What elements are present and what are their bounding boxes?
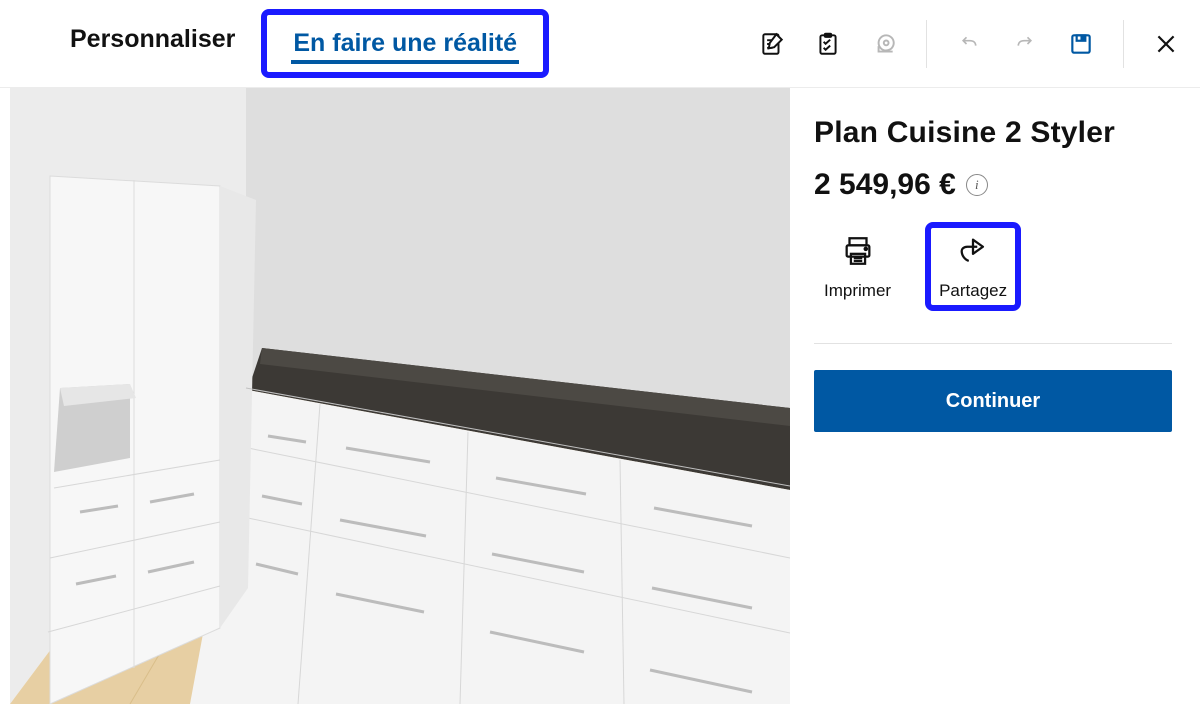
share-label: Partagez xyxy=(939,281,1007,301)
checklist-icon[interactable] xyxy=(814,30,842,58)
save-icon[interactable] xyxy=(1067,30,1095,58)
redo-icon[interactable] xyxy=(1011,30,1039,58)
toolbar xyxy=(758,20,1180,68)
actions: Imprimer Partagez xyxy=(814,222,1172,311)
price: 2 549,96 € xyxy=(814,168,956,202)
tab-realize[interactable]: En faire une réalité xyxy=(261,9,549,78)
price-line: 2 549,96 € i xyxy=(814,168,1172,202)
close-icon[interactable] xyxy=(1152,30,1180,58)
divider xyxy=(926,20,927,68)
tab-personalize[interactable]: Personnaliser xyxy=(44,7,261,80)
print-label: Imprimer xyxy=(824,281,891,301)
content: Plan Cuisine 2 Styler 2 549,96 € i Impr xyxy=(0,88,1200,704)
continue-label: Continuer xyxy=(946,390,1040,413)
tab-label: En faire une réalité xyxy=(293,29,517,57)
tab-label: Personnaliser xyxy=(70,25,235,53)
plan-title: Plan Cuisine 2 Styler xyxy=(814,116,1172,150)
undo-icon[interactable] xyxy=(955,30,983,58)
share-button[interactable]: Partagez xyxy=(925,222,1021,311)
share-icon xyxy=(956,234,990,273)
tape-measure-icon[interactable] xyxy=(870,30,898,58)
topbar: Personnaliser En faire une réalité xyxy=(0,0,1200,88)
divider xyxy=(1123,20,1124,68)
kitchen-render xyxy=(10,88,790,704)
side-panel: Plan Cuisine 2 Styler 2 549,96 € i Impr xyxy=(790,88,1200,704)
printer-icon xyxy=(841,234,875,273)
info-icon[interactable]: i xyxy=(966,174,988,196)
print-button[interactable]: Imprimer xyxy=(814,222,901,311)
divider xyxy=(814,343,1172,344)
3d-viewport[interactable] xyxy=(10,88,790,704)
continue-button[interactable]: Continuer xyxy=(814,370,1172,432)
tabs: Personnaliser En faire une réalité xyxy=(44,7,549,80)
notes-icon[interactable] xyxy=(758,30,786,58)
